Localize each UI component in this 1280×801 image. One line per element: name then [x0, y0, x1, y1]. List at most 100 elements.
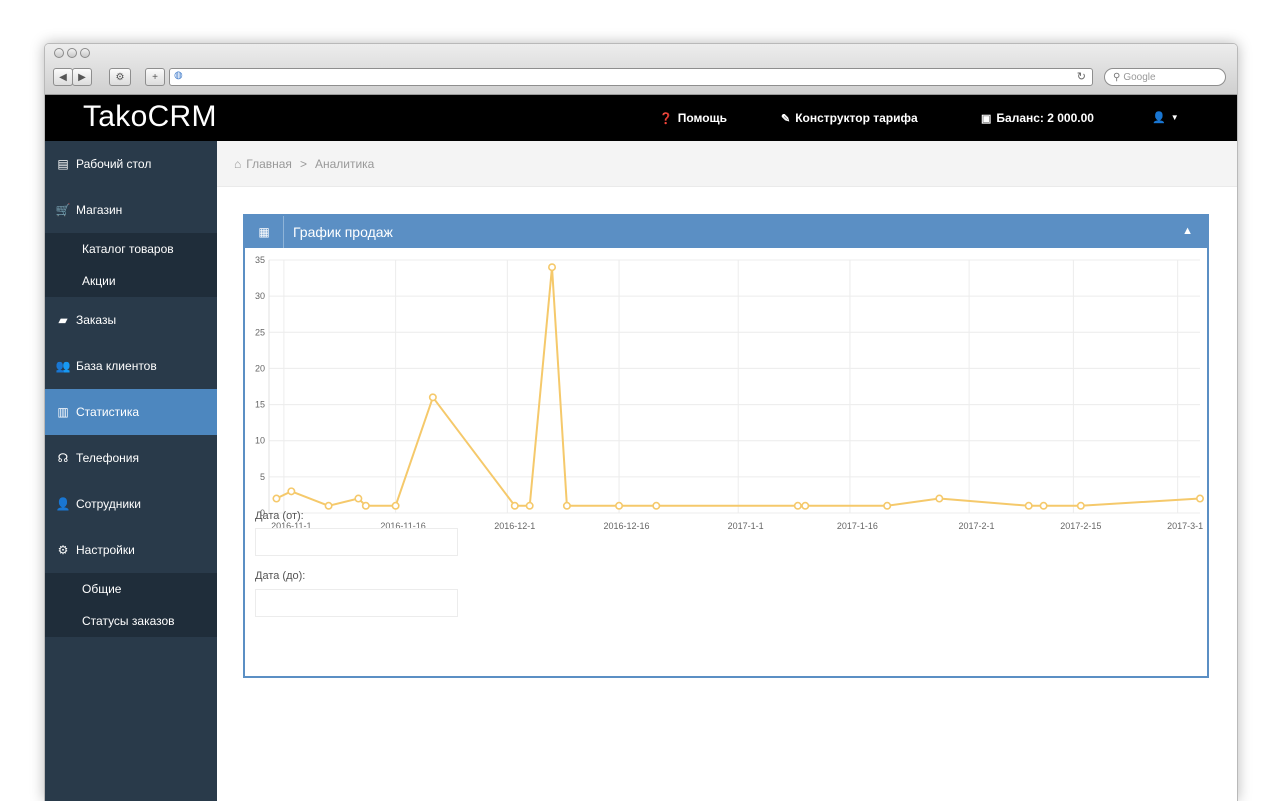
user-icon: 👤 [55, 497, 71, 511]
cart-icon: 🛒 [55, 203, 71, 217]
data-point [548, 263, 557, 272]
book-icon: ▰ [58, 313, 68, 327]
data-point [510, 501, 519, 510]
help-label: Помощь [677, 111, 728, 125]
balance-label: Баланс: 2 000.00 [996, 111, 1094, 125]
sidebar-item-telephony[interactable]: ☊ Телефония [45, 435, 217, 481]
forward-button[interactable]: ▶ [72, 68, 92, 86]
sidebar: ▤ Рабочий стол 🛒 Магазин Каталог товаров… [45, 141, 217, 801]
help-link[interactable]: ❓ Помощь [659, 111, 727, 125]
browser-search-input[interactable]: ⚲ Google [1104, 68, 1226, 86]
reload-icon[interactable]: ↻ [1077, 70, 1086, 83]
data-point [272, 494, 281, 503]
users-icon: 👥 [55, 359, 71, 373]
sidebar-item-label: Статистика [76, 405, 140, 419]
sidebar-item-label: Сотрудники [76, 497, 141, 511]
panel-header: ▦ График продаж ▲ [245, 216, 1207, 248]
sidebar-subitem-general[interactable]: Общие [45, 573, 217, 605]
address-bar[interactable]: ◍ ↻ [169, 68, 1093, 86]
breadcrumb-current: Аналитика [314, 156, 375, 171]
money-icon: ▣ [981, 112, 992, 125]
edit-icon: ✎ [781, 112, 791, 125]
data-point [428, 393, 437, 402]
data-point [361, 501, 370, 510]
sidebar-subitem-promotions[interactable]: Акции [45, 265, 217, 297]
data-point [883, 501, 892, 510]
cogs-icon: ⚙ [57, 543, 69, 557]
data-point [615, 501, 624, 510]
sidebar-item-orders[interactable]: ▰ Заказы [45, 297, 217, 343]
sidebar-item-label: Заказы [76, 313, 117, 327]
data-point [324, 501, 333, 510]
y-tick-label: 10 [255, 436, 265, 446]
chart-icon: ▥ [57, 405, 69, 419]
breadcrumb-separator: > [299, 156, 307, 171]
sidebar-item-settings[interactable]: ⚙ Настройки [45, 527, 217, 573]
zoom-window-button[interactable] [80, 48, 90, 58]
new-tab-button[interactable]: + [145, 68, 165, 86]
x-tick-label: 2017-1-16 [837, 521, 878, 531]
sidebar-item-label: Магазин [76, 203, 123, 217]
sidebar-item-label: Настройки [76, 543, 135, 557]
data-point [935, 494, 944, 503]
search-placeholder: Google [1123, 71, 1156, 83]
sidebar-item-label: Рабочий стол [76, 157, 152, 171]
data-point [793, 501, 802, 510]
sidebar-subitem-order-statuses[interactable]: Статусы заказов [45, 605, 217, 637]
browser-toolbar: ◀ ▶ ⚙ + ◍ ↻ ⚲ Google [45, 44, 1237, 95]
sidebar-item-dashboard[interactable]: ▤ Рабочий стол [45, 141, 217, 187]
y-tick-label: 25 [255, 327, 265, 337]
y-tick-label: 5 [260, 472, 265, 482]
settings-submenu: Общие Статусы заказов [45, 573, 217, 637]
data-point [652, 501, 661, 510]
tariff-builder-link[interactable]: ✎ Конструктор тарифа [781, 111, 918, 125]
sidebar-item-statistics[interactable]: ▥ Статистика [45, 389, 217, 435]
globe-icon: ◍ [174, 70, 183, 81]
gear-icon: ⚙ [115, 71, 125, 83]
balance-link[interactable]: ▣ Баланс: 2 000.00 [981, 111, 1094, 125]
caret-down-icon: ▼ [1170, 113, 1179, 122]
main-content: ⌂ Главная > Аналитика ▦ График продаж ▲ … [217, 141, 1237, 801]
sidebar-item-clients[interactable]: 👥 База клиентов [45, 343, 217, 389]
sales-line-chart: 051015202530352016-11-1 2016-11-16 2016-12… [255, 255, 1204, 531]
data-point [1039, 501, 1048, 510]
breadcrumb-home-link[interactable]: Главная [246, 157, 292, 171]
chevron-up-icon[interactable]: ▲ [1182, 225, 1193, 237]
shop-submenu: Каталог товаров Акции [45, 233, 217, 297]
sidebar-subitem-catalog[interactable]: Каталог товаров [45, 233, 217, 265]
date-to-input[interactable] [255, 589, 458, 617]
y-tick-label: 20 [255, 363, 265, 373]
panel-title: График продаж [293, 224, 393, 240]
home-icon: ⌂ [234, 156, 242, 171]
minimize-window-button[interactable] [67, 48, 77, 58]
headset-icon: ☊ [57, 451, 69, 465]
date-from-label: Дата (от): [255, 510, 304, 522]
share-button[interactable]: ⚙ [109, 68, 131, 86]
date-to-label: Дата (до): [255, 570, 306, 582]
data-point [1076, 501, 1085, 510]
brand-logo[interactable]: TakoCRM [83, 100, 217, 134]
x-tick-label: 2017-2-15 [1060, 521, 1101, 531]
sidebar-item-shop[interactable]: 🛒 Магазин [45, 187, 217, 233]
y-tick-label: 30 [255, 291, 265, 301]
top-navbar: TakoCRM ❓ Помощь ✎ Конструктор тарифа ▣ … [45, 95, 1237, 141]
sidebar-item-label: База клиентов [76, 359, 157, 373]
dashboard-icon: ▤ [57, 157, 69, 171]
user-menu[interactable]: 👤 ▼ [1152, 111, 1179, 124]
sidebar-item-employees[interactable]: 👤 Сотрудники [45, 481, 217, 527]
y-tick-label: 35 [255, 255, 265, 265]
data-point [525, 501, 534, 510]
data-point [287, 487, 296, 496]
user-icon: 👤 [1152, 112, 1166, 124]
close-window-button[interactable] [54, 48, 64, 58]
y-tick-label: 15 [255, 400, 265, 410]
breadcrumb: ⌂ Главная > Аналитика [217, 141, 1237, 187]
browser-window: ◀ ▶ ⚙ + ◍ ↻ ⚲ Google TakoCRM ❓ Помощь ✎ … [44, 43, 1238, 801]
x-tick-label: 2017-2-1 [959, 521, 995, 531]
back-button[interactable]: ◀ [53, 68, 73, 86]
search-icon: ⚲ [1113, 71, 1121, 83]
date-from-input[interactable] [255, 528, 458, 556]
x-tick-label: 2017-1-1 [728, 521, 764, 531]
sidebar-item-label: Телефония [76, 451, 139, 465]
sales-chart-panel: ▦ График продаж ▲ 0 5 10 15 20 25 30 35 2016-11-… [243, 214, 1209, 678]
